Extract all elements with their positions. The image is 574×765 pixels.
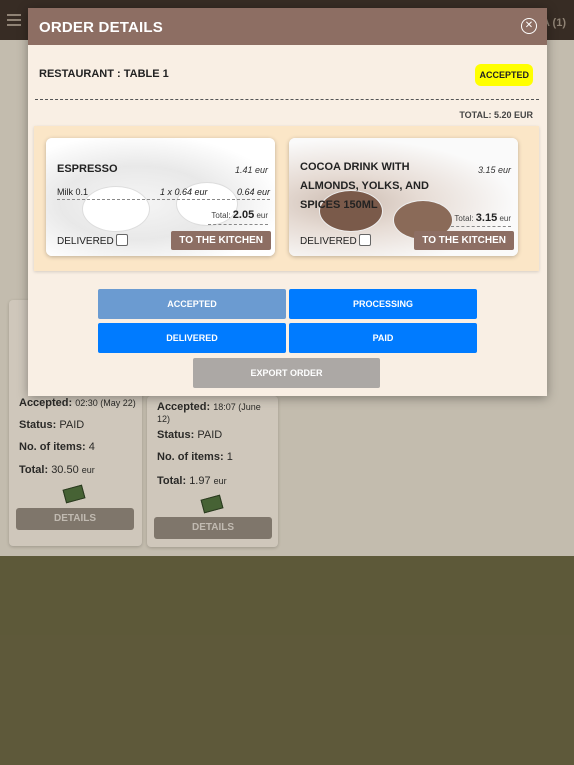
order-item-card: COCOA DRINK WITH ALMONDS, YOLKS, AND SPI… xyxy=(289,138,518,256)
paid-status-button[interactable]: PAID xyxy=(289,323,477,353)
accepted-status-button[interactable]: ACCEPTED xyxy=(98,289,286,319)
processing-status-button[interactable]: PROCESSING xyxy=(289,289,477,319)
order-details-modal: ORDER DETAILS ✕ RESTAURANT : TABLE 1 ACC… xyxy=(28,8,547,396)
item-name: COCOA DRINK WITH ALMONDS, YOLKS, AND SPI… xyxy=(300,161,429,211)
to-kitchen-button[interactable]: TO THE KITCHEN xyxy=(414,231,514,250)
divider xyxy=(35,99,539,100)
modal-header: ORDER DETAILS ✕ xyxy=(28,8,547,45)
item-price: 1.41 eur xyxy=(234,165,268,175)
order-total: TOTAL: 5.20 EUR xyxy=(459,110,533,120)
subtotal-divider xyxy=(208,224,268,225)
delivered-checkbox[interactable]: DELIVERED xyxy=(300,234,371,247)
delivered-checkbox[interactable]: DELIVERED xyxy=(57,234,128,247)
modal-title: ORDER DETAILS xyxy=(39,19,163,36)
export-order-button[interactable]: EXPORT ORDER xyxy=(193,358,380,388)
cup-image xyxy=(82,186,150,232)
item-price: 3.15 eur xyxy=(477,165,511,175)
close-icon[interactable]: ✕ xyxy=(521,18,537,34)
addon-divider xyxy=(57,199,270,200)
item-subtotal: Total: 3.15 eur xyxy=(454,212,511,224)
order-item-card: ESPRESSO 1.41 eur Milk 0.1 1 x 0.64 eur … xyxy=(46,138,275,256)
restaurant-table-label: RESTAURANT : TABLE 1 xyxy=(39,68,169,80)
delivered-status-button[interactable]: DELIVERED xyxy=(98,323,286,353)
subtotal-divider xyxy=(451,226,511,227)
item-subtotal: Total: 2.05 eur xyxy=(211,209,268,221)
status-badge: ACCEPTED xyxy=(475,64,533,86)
order-items-panel: ESPRESSO 1.41 eur Milk 0.1 1 x 0.64 eur … xyxy=(34,126,539,271)
to-kitchen-button[interactable]: TO THE KITCHEN xyxy=(171,231,271,250)
item-name: ESPRESSO xyxy=(57,163,118,175)
